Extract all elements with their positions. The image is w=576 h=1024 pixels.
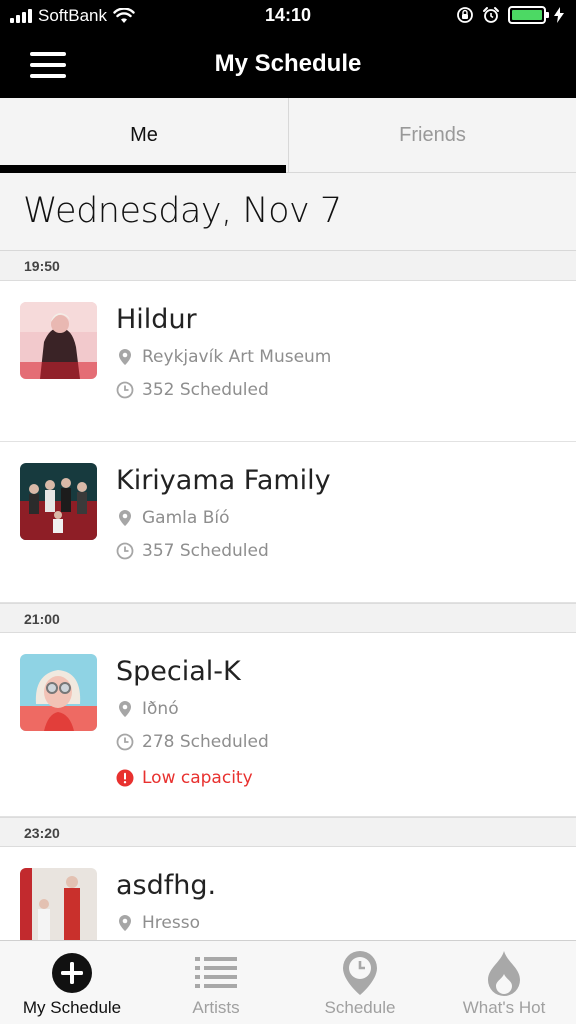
venue-label: Iðnó	[142, 699, 179, 719]
schedule-tabs: Me Friends	[0, 98, 576, 173]
nav-artists[interactable]: Artists	[144, 941, 288, 1024]
rotation-lock-icon	[457, 7, 473, 23]
plus-circle-icon	[49, 950, 95, 996]
artist-name: Special-K	[116, 656, 241, 687]
battery-icon	[508, 6, 549, 24]
nav-schedule[interactable]: Schedule	[288, 941, 432, 1024]
nav-label: My Schedule	[22, 998, 122, 1017]
page-title: My Schedule	[214, 50, 362, 77]
venue-label: Hresso	[142, 913, 200, 933]
scheduled-count: 352 Scheduled	[142, 380, 269, 400]
flame-icon	[481, 950, 527, 996]
alarm-icon	[483, 7, 499, 23]
schedule-list[interactable]: 19:50 Hildur Reykjavík Art Museum 352 Sc…	[0, 251, 576, 940]
list-item[interactable]: asdfhg. Hresso	[0, 847, 576, 940]
list-item[interactable]: Hildur Reykjavík Art Museum 352 Schedule…	[0, 281, 576, 442]
artist-name: Hildur	[116, 304, 197, 335]
venue-label: Gamla Bíó	[142, 508, 230, 528]
artist-thumbnail	[20, 463, 97, 540]
date-header: Wednesday, Nov 7	[0, 173, 576, 251]
capacity-warning: Low capacity	[142, 768, 253, 788]
list-item[interactable]: Kiriyama Family Gamla Bíó 357 Scheduled	[0, 442, 576, 603]
scheduled-count: 278 Scheduled	[142, 732, 269, 752]
time-header: 21:00	[0, 603, 576, 633]
top-bar: SoftBank 14:10 My Schedule	[0, 0, 576, 98]
artist-thumbnail	[20, 654, 97, 731]
clock-icon	[116, 733, 134, 751]
status-bar: SoftBank 14:10	[0, 0, 576, 32]
time-header: 19:50	[0, 251, 576, 281]
venue-label: Reykjavík Art Museum	[142, 347, 332, 367]
artist-name: asdfhg.	[116, 870, 217, 901]
nav-label: Artists	[192, 998, 240, 1017]
location-pin-icon	[119, 510, 131, 526]
nav-label: What's Hot	[462, 998, 546, 1017]
tab-me[interactable]: Me	[0, 98, 288, 173]
artist-thumbnail	[20, 868, 97, 940]
tab-friends[interactable]: Friends	[288, 98, 576, 173]
nav-label: Schedule	[324, 998, 396, 1017]
artist-thumbnail	[20, 302, 97, 379]
list-item[interactable]: Special-K Iðnó 278 Scheduled Low capacit…	[0, 633, 576, 817]
clock-icon	[116, 381, 134, 399]
location-pin-icon	[119, 915, 131, 931]
artist-name: Kiriyama Family	[116, 465, 331, 496]
nav-my-schedule[interactable]: My Schedule	[0, 941, 144, 1024]
location-pin-icon	[119, 701, 131, 717]
date-label: Wednesday, Nov 7	[23, 191, 342, 231]
warning-icon	[116, 769, 134, 787]
bottom-nav: My Schedule Artists Schedule What's Hot	[0, 940, 576, 1024]
scheduled-count: 357 Scheduled	[142, 541, 269, 561]
clock-icon	[116, 542, 134, 560]
clock-pin-icon	[337, 950, 383, 996]
location-pin-icon	[119, 349, 131, 365]
nav-whats-hot[interactable]: What's Hot	[432, 941, 576, 1024]
charging-icon	[554, 7, 564, 23]
list-icon	[193, 950, 239, 996]
time-header: 23:20	[0, 817, 576, 847]
